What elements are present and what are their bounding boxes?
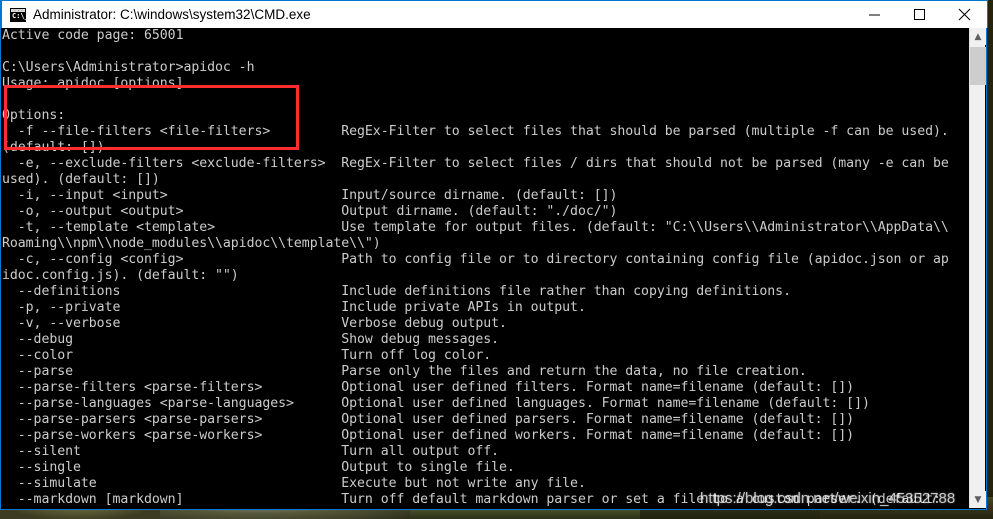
close-button[interactable] [942, 1, 987, 29]
terminal-line: -c, --config <config> Path to config fil… [2, 252, 949, 267]
terminal-line: --parse-filters <parse-filters> Optional… [2, 380, 855, 395]
terminal-line: --color Turn off log color. [2, 348, 492, 363]
window-controls [852, 1, 987, 29]
terminal-line: -o, --output <output> Output dirname. (d… [2, 204, 618, 219]
console-icon: ··· C:\_ [10, 7, 29, 22]
scrollbar-thumb[interactable] [970, 47, 986, 85]
terminal-text: Active code page: 65001 C:\Users\Adminis… [2, 28, 949, 508]
terminal-line: -t, --template <template> Use template f… [2, 220, 949, 235]
terminal-line: --debug Show debug messages. [2, 332, 500, 347]
maximize-button[interactable] [897, 1, 942, 29]
terminal-line: Options: [2, 108, 66, 123]
console-output-area[interactable]: Active code page: 65001 C:\Users\Adminis… [2, 28, 972, 508]
terminal-line: -v, --verbose Verbose debug output. [2, 316, 507, 331]
terminal-line: -e, --exclude-filters <exclude-filters> … [2, 156, 949, 171]
terminal-line: --markdown [markdown] Turn off default m… [2, 492, 941, 507]
terminal-line: C:\Users\Administrator>apidoc -h [2, 60, 255, 75]
terminal-line: --parse-languages <parse-languages> Opti… [2, 396, 870, 411]
scroll-up-arrow-icon[interactable]: ▲ [970, 28, 986, 45]
terminal-line: -p, --private Include private APIs in ou… [2, 300, 586, 315]
terminal-line: Active code page: 65001 [2, 28, 184, 43]
terminal-line: --definitions Include definitions file r… [2, 284, 791, 299]
cmd-window: ··· C:\_ Administrator: C:\windows\syste… [0, 0, 988, 510]
terminal-line: --single Output to single file. [2, 460, 515, 475]
terminal-line: used). (default: []) [2, 172, 160, 187]
terminal-line: -i, --input <input> Input/source dirname… [2, 188, 618, 203]
terminal-line: idoc.config.js). (default: "") [2, 268, 239, 283]
vertical-scrollbar[interactable]: ▲ ▼ [969, 28, 986, 508]
terminal-line: -f --file-filters <file-filters> RegEx-F… [2, 124, 949, 139]
console-icon-prompt: C:\_ [11, 11, 29, 21]
screen: ··· C:\_ Administrator: C:\windows\syste… [0, 0, 993, 519]
terminal-line: Usage: apidoc [options] [2, 76, 184, 91]
terminal-line: --parse-parsers <parse-parsers> Optional… [2, 412, 855, 427]
terminal-line: (default: []) [2, 140, 105, 155]
minimize-button[interactable] [852, 1, 897, 29]
terminal-line: --parse-workers <parse-workers> Optional… [2, 428, 855, 443]
terminal-line: Roaming\\npm\\node_modules\\apidoc\\temp… [2, 236, 381, 251]
window-title: Administrator: C:\windows\system32\CMD.e… [33, 7, 311, 22]
terminal-line: --parse Parse only the files and return … [2, 364, 807, 379]
terminal-line: --silent Turn all output off. [2, 444, 500, 459]
scroll-down-arrow-icon[interactable]: ▼ [970, 491, 986, 508]
terminal-line: --simulate Execute but not write any fil… [2, 476, 586, 491]
window-titlebar[interactable]: ··· C:\_ Administrator: C:\windows\syste… [1, 0, 988, 28]
